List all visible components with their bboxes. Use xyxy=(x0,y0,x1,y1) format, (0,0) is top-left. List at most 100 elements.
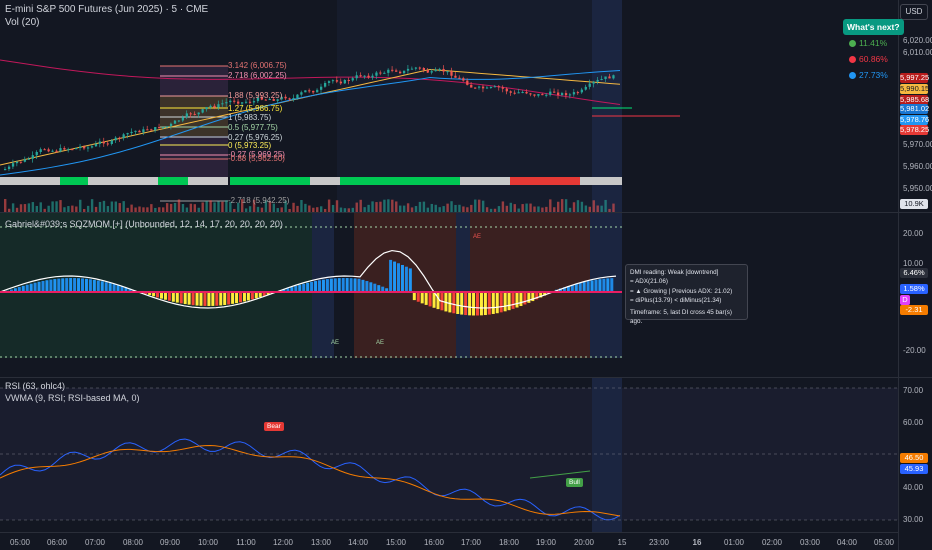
momentum-bar xyxy=(515,292,519,308)
volume-bar xyxy=(205,201,208,212)
sqzmom-tag: 1.58% xyxy=(900,284,928,294)
volume-bar xyxy=(209,200,212,212)
volume-bar xyxy=(94,206,98,212)
candle-body xyxy=(181,117,185,121)
candle-body xyxy=(592,81,595,84)
volume-bar xyxy=(79,199,82,212)
candle-body xyxy=(478,86,481,88)
whats-next-panel[interactable]: What's next? 11.41% 60.86% 27.73% xyxy=(843,19,904,80)
volume-bar xyxy=(612,203,615,212)
volume-bar xyxy=(181,203,185,212)
volume-bar xyxy=(201,202,204,212)
volume-bar xyxy=(90,199,94,212)
volume-bar xyxy=(363,207,366,212)
volume-bar xyxy=(162,207,165,212)
momentum-bar xyxy=(495,292,499,314)
candle-body xyxy=(31,155,34,159)
volume-bar xyxy=(142,207,145,212)
volume-bar xyxy=(244,208,248,212)
volume-bar xyxy=(355,202,358,212)
volume-bar xyxy=(39,202,42,212)
candle-body xyxy=(474,87,477,89)
volume-bar xyxy=(399,205,402,212)
sqzmom-indicator-title[interactable]: Gabriel&#039;s SQZMOM [+] (Unbounded, 12… xyxy=(5,219,283,229)
momentum-bar xyxy=(365,281,369,292)
candle-body xyxy=(525,91,528,94)
fib-level-label: 1.88 (5,993.25) xyxy=(228,91,283,100)
time-tick: 17:00 xyxy=(460,538,482,547)
volume-bar xyxy=(580,201,584,212)
volume-bar xyxy=(316,207,319,212)
momentum-bar xyxy=(400,264,404,292)
price-tick: 6,020.00 xyxy=(903,36,932,45)
volume-bar xyxy=(335,200,339,212)
volume-bar xyxy=(418,201,422,212)
rsi-indicator-title[interactable]: RSI (63, ohlc4) xyxy=(5,381,65,391)
momentum-bar xyxy=(479,292,483,316)
momentum-bar xyxy=(325,279,329,292)
currency-button[interactable]: USD xyxy=(900,4,928,20)
volume-bar xyxy=(422,201,426,212)
candle-body xyxy=(173,120,177,124)
candle-body xyxy=(335,80,339,82)
candle-body xyxy=(189,113,192,115)
momentum-bar xyxy=(235,292,239,304)
symbol-title[interactable]: E-mini S&P 500 Futures (Jun 2025) · 5 · … xyxy=(5,4,208,15)
momentum-bar xyxy=(428,292,432,307)
candle-body xyxy=(308,90,311,92)
volume-bar xyxy=(395,201,398,212)
candle-body xyxy=(402,70,406,74)
momentum-bar xyxy=(231,292,235,304)
candle-body xyxy=(197,112,200,115)
whats-next-title[interactable]: What's next? xyxy=(843,19,904,35)
volume-bar xyxy=(122,201,125,212)
volume-bar xyxy=(98,201,102,212)
momentum-bar xyxy=(203,292,207,306)
candle-body xyxy=(434,69,437,72)
volume-bar xyxy=(414,206,418,212)
candle-body xyxy=(331,80,335,82)
volume-bar xyxy=(4,199,7,212)
candle-body xyxy=(134,130,137,132)
candle-body xyxy=(438,68,441,70)
momentum-bar xyxy=(29,283,33,292)
volume-bar xyxy=(402,205,406,212)
volume-bar xyxy=(130,204,133,212)
candle-body xyxy=(296,94,299,99)
volume-bar xyxy=(193,204,196,212)
candle-body xyxy=(572,92,576,95)
momentum-bar xyxy=(314,281,318,292)
time-tick: 01:00 xyxy=(723,538,745,547)
candle-body xyxy=(217,104,220,108)
volume-indicator-title[interactable]: Vol (20) xyxy=(5,17,39,28)
candle-body xyxy=(213,105,216,108)
rsi-tick: 40.00 xyxy=(903,483,924,492)
candle-body xyxy=(312,90,315,93)
candle-body xyxy=(316,89,319,93)
dmi-line: Timeframe: 5, last DI cross 45 bar(s) ag… xyxy=(630,308,732,326)
momentum-bar xyxy=(337,278,341,292)
candle-body xyxy=(493,86,497,88)
candle-body xyxy=(83,146,86,149)
candle-body xyxy=(505,88,508,92)
state-strip-segment xyxy=(230,177,310,185)
candle-body xyxy=(414,67,418,69)
candle-body xyxy=(446,71,449,73)
candle-body xyxy=(600,78,603,80)
volume-bar xyxy=(568,207,572,212)
volume-bar xyxy=(138,206,141,212)
momentum-bar xyxy=(353,278,357,292)
candle-body xyxy=(406,68,410,71)
momentum-bar xyxy=(25,284,29,292)
vwma-indicator-title[interactable]: VWMA (9, RSI; RSI-based MA, 0) xyxy=(5,393,140,403)
volume-bar xyxy=(23,204,27,212)
state-strip-segment xyxy=(460,177,510,185)
candle-body xyxy=(379,72,382,74)
chart-canvas[interactable] xyxy=(0,0,898,532)
time-tick: 19:00 xyxy=(535,538,557,547)
momentum-bar xyxy=(373,283,377,292)
volume-bar xyxy=(478,199,481,212)
state-strip-segment xyxy=(340,177,460,185)
momentum-bar xyxy=(108,283,112,292)
candle-body xyxy=(470,84,473,88)
